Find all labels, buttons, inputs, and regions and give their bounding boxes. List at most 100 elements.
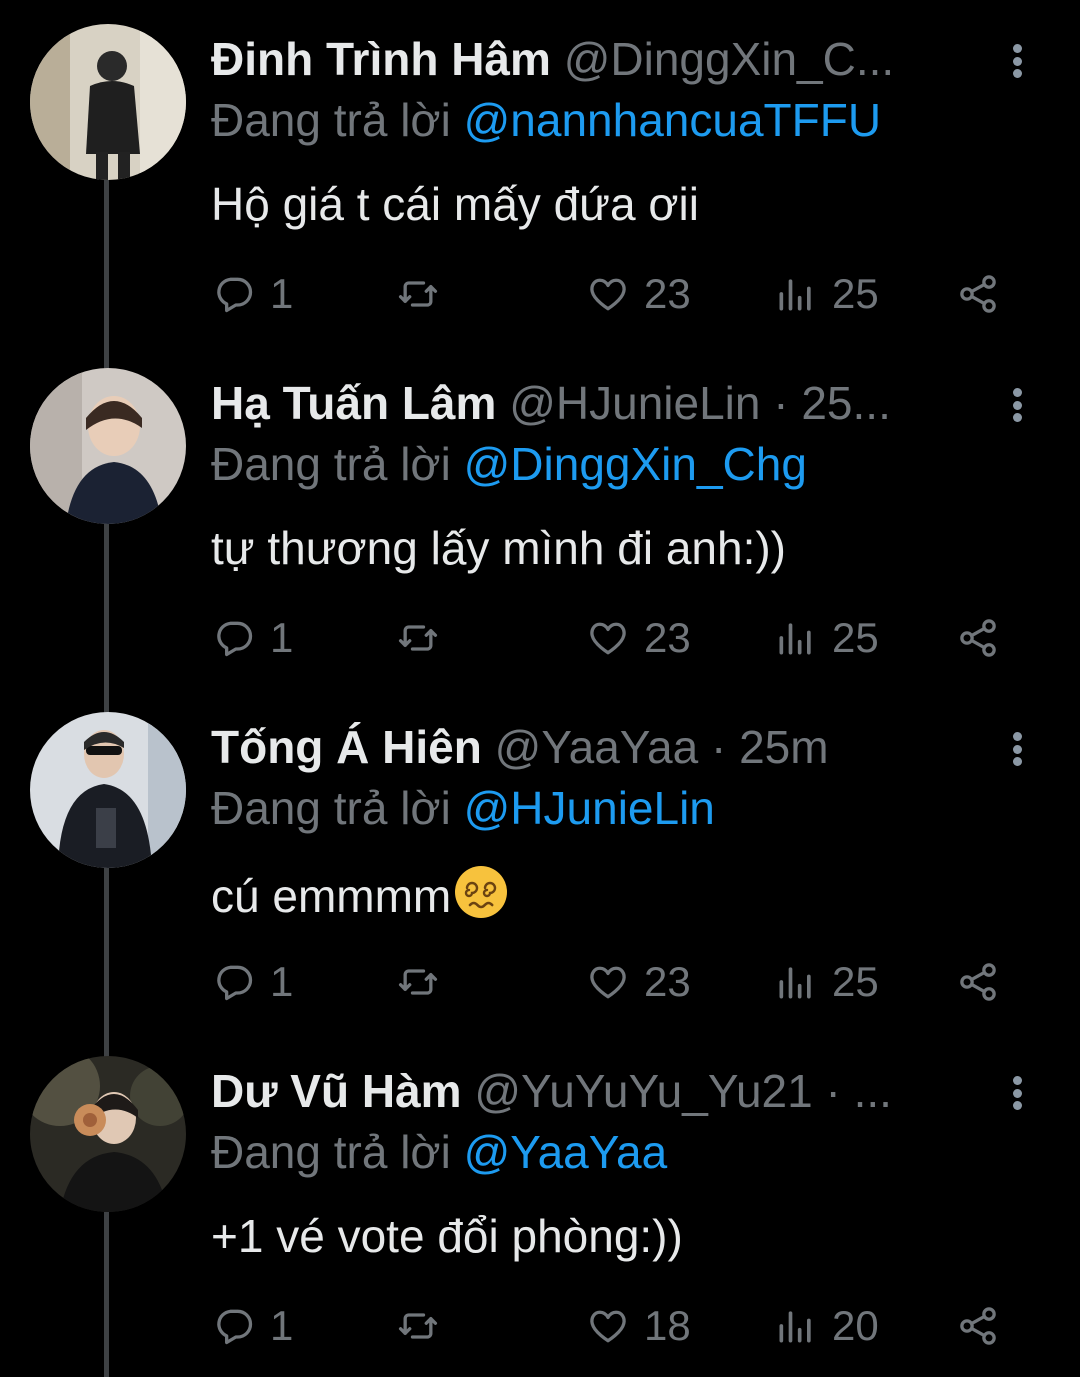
share-icon — [960, 619, 996, 657]
reply-icon — [217, 1309, 253, 1345]
action-bar: 1 23 25 — [212, 610, 1012, 666]
reply-count: 1 — [270, 1302, 294, 1349]
replying-to: Đang trả lời @nannhancuaTFFU — [211, 92, 881, 148]
like-count: 18 — [644, 1302, 691, 1349]
tweet-header: Đinh Trình Hâm @DinggXin_C... — [211, 32, 991, 86]
more-icon[interactable] — [1002, 726, 1032, 772]
views-count: 25 — [832, 270, 879, 317]
views-button[interactable]: 25 — [774, 610, 879, 666]
tweet[interactable]: Hạ Tuấn Lâm @HJunieLin · 25... Đang trả … — [0, 344, 1080, 688]
views-button[interactable]: 25 — [774, 954, 879, 1010]
tweet-header: Tống Á Hiên @YaaYaa · 25m — [211, 720, 991, 774]
retweet-icon — [398, 625, 438, 651]
replying-to-label: Đang trả lời — [211, 1126, 451, 1178]
reply-count: 1 — [270, 614, 294, 661]
avatar-image — [30, 368, 186, 524]
handle[interactable]: @YaaYaa · 25m — [495, 721, 829, 773]
retweet-button[interactable] — [396, 1298, 440, 1354]
like-button[interactable]: 23 — [586, 610, 691, 666]
reply-button[interactable]: 1 — [212, 954, 293, 1010]
tweet-text: tự thương lấy mình đi anh:)) — [211, 522, 786, 574]
reply-count: 1 — [270, 958, 294, 1005]
tweet[interactable]: Đinh Trình Hâm @DinggXin_C... Đang trả l… — [0, 0, 1080, 344]
views-button[interactable]: 25 — [774, 266, 879, 322]
handle[interactable]: @YuYuYu_Yu21 · ... — [474, 1065, 892, 1117]
avatar-image — [30, 712, 186, 868]
like-icon — [590, 278, 626, 311]
views-icon — [779, 279, 811, 311]
more-icon[interactable] — [1002, 38, 1032, 84]
views-count: 25 — [832, 614, 879, 661]
more-icon[interactable] — [1002, 382, 1032, 428]
avatar[interactable] — [30, 712, 186, 868]
display-name[interactable]: Tống Á Hiên — [211, 721, 482, 773]
tweet-text: cú emmmm — [211, 870, 452, 922]
views-count: 25 — [832, 958, 879, 1005]
handle[interactable]: @HJunieLin · 25... — [509, 377, 891, 429]
replying-to-label: Đang trả lời — [211, 94, 451, 146]
reply-icon — [217, 621, 253, 657]
replying-to-handle[interactable]: @YaaYaa — [464, 1126, 668, 1178]
reply-button[interactable]: 1 — [212, 610, 293, 666]
retweet-button[interactable] — [396, 266, 440, 322]
share-icon — [960, 963, 996, 1001]
replying-to: Đang trả lời @DinggXin_Chg — [211, 436, 807, 492]
avatar[interactable] — [30, 1056, 186, 1212]
avatar[interactable] — [30, 24, 186, 180]
action-bar: 1 23 25 — [212, 266, 1012, 322]
share-button[interactable] — [956, 1298, 1000, 1354]
replying-to-handle[interactable]: @DinggXin_Chg — [464, 438, 807, 490]
share-button[interactable] — [956, 610, 1000, 666]
avatar[interactable] — [30, 368, 186, 524]
more-icon[interactable] — [1002, 1070, 1032, 1116]
tweet[interactable]: Dư Vũ Hàm @YuYuYu_Yu21 · ... Đang trả lờ… — [0, 1032, 1080, 1376]
share-icon — [960, 275, 996, 313]
reply-icon — [217, 277, 253, 313]
dizzy-face-emoji — [455, 866, 508, 918]
views-icon — [779, 967, 811, 999]
tweet-text-container: cú emmmm — [211, 864, 509, 924]
tweet-text: Hộ giá t cái mấy đứa ơii — [211, 178, 699, 230]
views-icon — [779, 623, 811, 655]
reply-button[interactable]: 1 — [212, 266, 293, 322]
like-icon — [590, 966, 626, 999]
retweet-button[interactable] — [396, 610, 440, 666]
views-button[interactable]: 20 — [774, 1298, 879, 1354]
avatar-image — [30, 24, 186, 180]
action-bar: 1 18 20 — [212, 1298, 1012, 1354]
reply-button[interactable]: 1 — [212, 1298, 293, 1354]
views-icon — [779, 1311, 811, 1343]
reply-icon — [217, 965, 253, 1001]
retweet-icon — [398, 1313, 438, 1339]
share-icon — [960, 1307, 996, 1345]
display-name[interactable]: Hạ Tuấn Lâm — [211, 377, 496, 429]
display-name[interactable]: Đinh Trình Hâm — [211, 33, 551, 85]
replying-to-handle[interactable]: @nannhancuaTFFU — [464, 94, 881, 146]
replying-to: Đang trả lời @YaaYaa — [211, 1124, 667, 1180]
share-button[interactable] — [956, 266, 1000, 322]
like-icon — [590, 1310, 626, 1343]
like-button[interactable]: 23 — [586, 266, 691, 322]
like-count: 23 — [644, 614, 691, 661]
like-icon — [590, 622, 626, 655]
share-button[interactable] — [956, 954, 1000, 1010]
like-count: 23 — [644, 270, 691, 317]
retweet-icon — [398, 281, 438, 307]
tweet-header: Dư Vũ Hàm @YuYuYu_Yu21 · ... — [211, 1064, 991, 1118]
reply-count: 1 — [270, 270, 294, 317]
replying-to-label: Đang trả lời — [211, 782, 451, 834]
display-name[interactable]: Dư Vũ Hàm — [211, 1065, 462, 1117]
like-button[interactable]: 18 — [586, 1298, 691, 1354]
retweet-icon — [398, 969, 438, 995]
like-count: 23 — [644, 958, 691, 1005]
like-button[interactable]: 23 — [586, 954, 691, 1010]
retweet-button[interactable] — [396, 954, 440, 1010]
tweet[interactable]: Tống Á Hiên @YaaYaa · 25m Đang trả lời @… — [0, 688, 1080, 1032]
replying-to-handle[interactable]: @HJunieLin — [464, 782, 715, 834]
tweet-text: +1 vé vote đổi phòng:)) — [211, 1210, 683, 1262]
replying-to-label: Đang trả lời — [211, 438, 451, 490]
handle[interactable]: @DinggXin_C... — [564, 33, 895, 85]
views-count: 20 — [832, 1302, 879, 1349]
action-bar: 1 23 25 — [212, 954, 1012, 1010]
tweet-header: Hạ Tuấn Lâm @HJunieLin · 25... — [211, 376, 991, 430]
